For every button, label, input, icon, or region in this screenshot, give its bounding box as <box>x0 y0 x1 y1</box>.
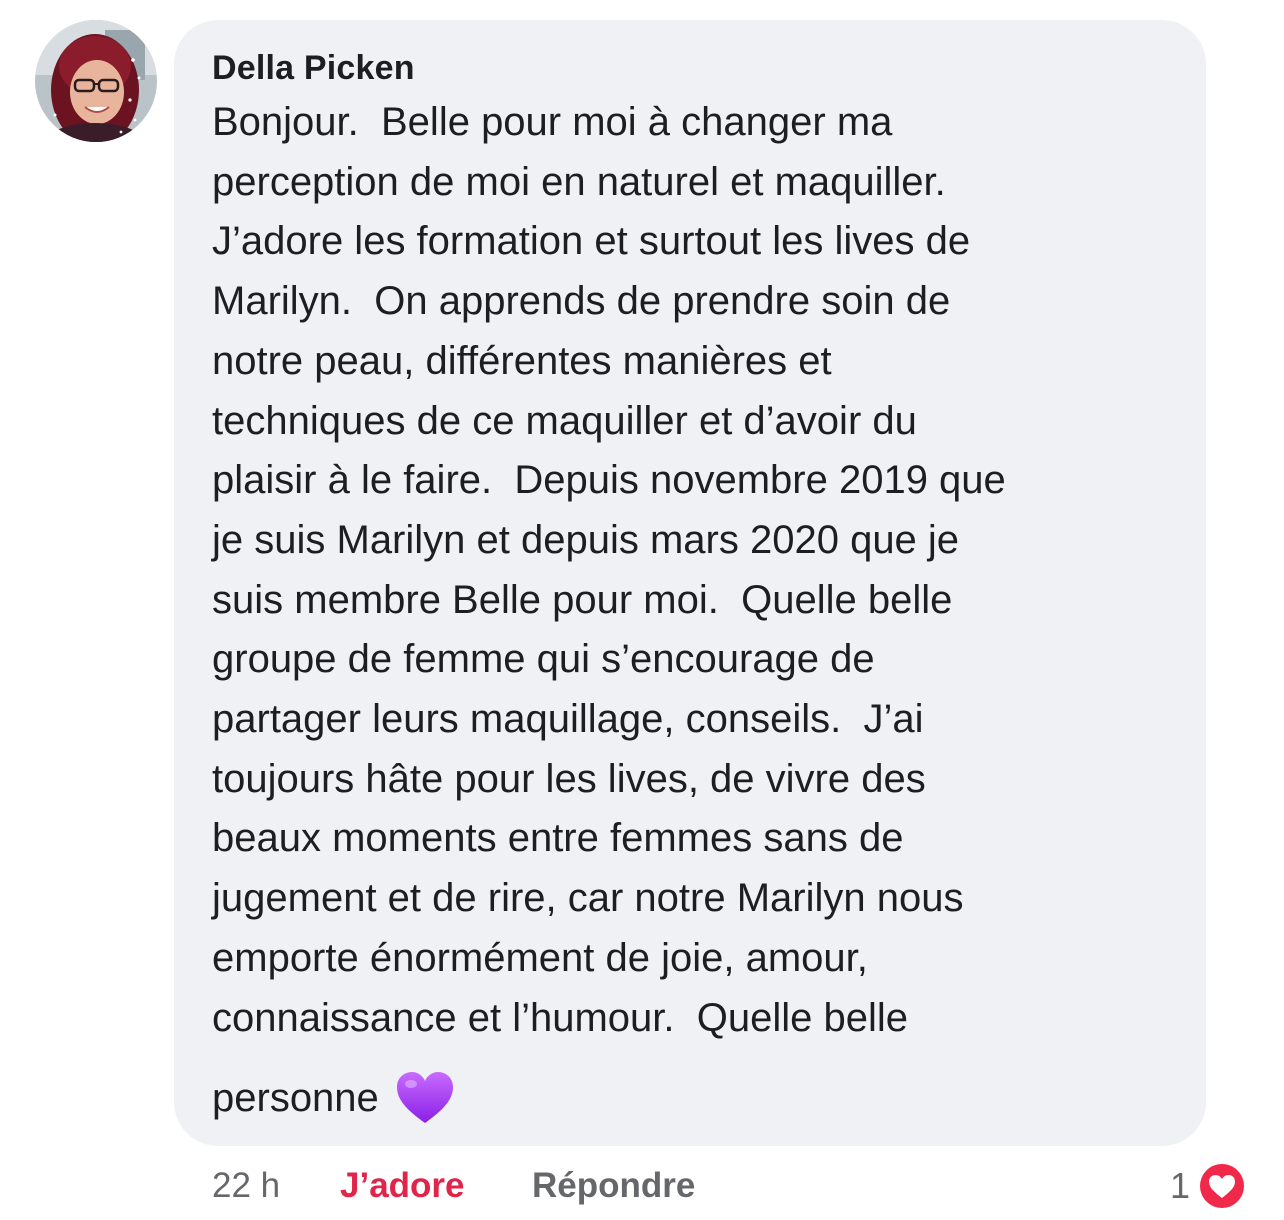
purple-heart-icon <box>396 1072 453 1123</box>
like-button[interactable]: J’adore <box>340 1163 465 1209</box>
avatar[interactable] <box>35 20 157 142</box>
love-icon <box>1197 1161 1247 1211</box>
reaction-count: 1 <box>1169 1165 1190 1206</box>
comment-timestamp: 22 h <box>212 1166 281 1205</box>
comment-text-end: personne <box>212 1075 379 1120</box>
comment-last-line: personne <box>212 1068 455 1128</box>
reaction-summary[interactable]: 1 <box>1170 1158 1248 1214</box>
profile-photo <box>35 20 157 142</box>
comment-author[interactable]: Della Picken <box>212 49 415 88</box>
comment-text: Bonjour. Belle pour moi à changer ma per… <box>212 100 1006 1040</box>
reply-button[interactable]: Répondre <box>532 1163 695 1209</box>
comment-bubble[interactable]: Della Picken Bonjour. Belle pour moi à c… <box>174 20 1206 1146</box>
